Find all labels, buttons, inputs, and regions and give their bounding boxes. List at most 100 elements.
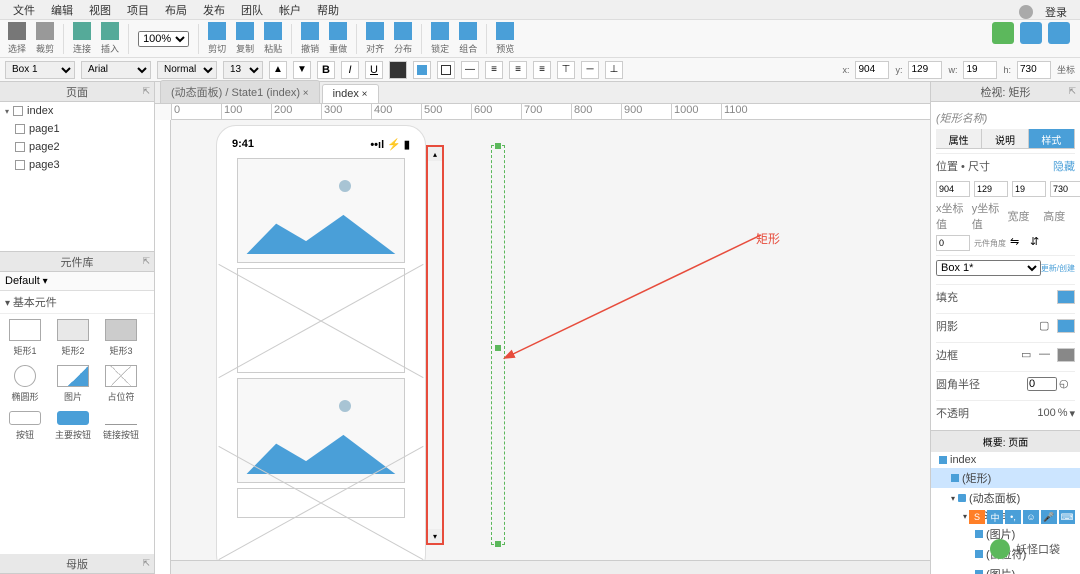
text-color-button[interactable]	[389, 61, 407, 79]
fill-color-swatch[interactable]	[1057, 290, 1075, 304]
emoji-icon[interactable]: ☺	[1023, 510, 1039, 524]
page-item[interactable]: page3	[0, 156, 154, 174]
page-item[interactable]: page2	[0, 138, 154, 156]
align-left-button[interactable]: ≡	[485, 61, 503, 79]
menu-file[interactable]: 文件	[5, 0, 43, 20]
font-select[interactable]: Arial	[81, 61, 151, 79]
tool-select[interactable]: 选择	[5, 22, 29, 55]
menu-publish[interactable]: 发布	[195, 0, 233, 20]
login-area[interactable]: 登录	[1019, 2, 1075, 22]
coord-y[interactable]	[908, 61, 942, 79]
coord-x[interactable]	[855, 61, 889, 79]
libs-panel-header[interactable]: 元件库⇱	[0, 252, 154, 272]
phone-frame[interactable]: 9:41 ••ıl ⚡ ▮	[216, 125, 426, 574]
outline-item[interactable]: (矩形)	[931, 468, 1080, 488]
menu-view[interactable]: 视图	[81, 0, 119, 20]
radius-corner-icon[interactable]: ◵	[1059, 377, 1075, 391]
line-style-button[interactable]: —	[461, 61, 479, 79]
shape-rect1[interactable]: 矩形1	[5, 319, 45, 357]
menu-layout[interactable]: 布局	[157, 0, 195, 20]
outline-item[interactable]: ▾(动态面板)	[931, 488, 1080, 508]
outline-item[interactable]: index	[931, 452, 1080, 468]
resize-handle-icon[interactable]	[495, 541, 501, 547]
inspector-tab-props[interactable]: 属性	[936, 129, 982, 148]
outline-item[interactable]: (图片)	[931, 564, 1080, 574]
tool-align[interactable]: 对齐	[363, 22, 387, 55]
preview-play-icon[interactable]	[992, 22, 1014, 44]
shape-name[interactable]: (矩形名称)	[936, 107, 1075, 129]
underline-button[interactable]: U	[365, 61, 383, 79]
tool-undo[interactable]: 撤销	[298, 22, 322, 55]
expand-icon[interactable]: ⇱	[142, 86, 150, 97]
tool-crop[interactable]: 裁剪	[33, 22, 57, 55]
style-preset[interactable]: Box 1*	[936, 260, 1041, 276]
fontsize-select[interactable]: 13	[223, 61, 263, 79]
resize-handle-icon[interactable]	[495, 345, 501, 351]
pages-panel-header[interactable]: 页面⇱	[0, 82, 154, 102]
outer-shadow-icon[interactable]: ▢	[1039, 319, 1055, 333]
flip-h-icon[interactable]: ⇋	[1010, 235, 1026, 251]
tool-paste[interactable]: 粘贴	[261, 22, 285, 55]
prop-y[interactable]	[974, 181, 1008, 197]
library-section[interactable]: ▾ 基本元件	[0, 291, 154, 314]
placeholder-card[interactable]	[237, 488, 405, 518]
page-item[interactable]: page1	[0, 120, 154, 138]
style-select[interactable]: Box 1	[5, 61, 75, 79]
weight-select[interactable]: Normal	[157, 61, 217, 79]
resize-handle-icon[interactable]	[495, 143, 501, 149]
shape-ellipse[interactable]: 椭圆形	[5, 365, 45, 403]
fontsize-up[interactable]: ▲	[269, 61, 287, 79]
image-card[interactable]	[237, 378, 405, 483]
bold-button[interactable]: B	[317, 61, 335, 79]
cloud-publish-icon[interactable]	[1020, 22, 1042, 44]
align-center-button[interactable]: ≡	[509, 61, 527, 79]
valign-top-button[interactable]: ⊤	[557, 61, 575, 79]
library-select[interactable]: Default ▾	[0, 272, 154, 291]
border-color-button[interactable]	[437, 61, 455, 79]
horizontal-scrollbar[interactable]	[171, 560, 930, 574]
radius-input[interactable]	[1027, 377, 1057, 391]
valign-mid-button[interactable]: ─	[581, 61, 599, 79]
vertical-ruler[interactable]	[155, 120, 171, 574]
menu-project[interactable]: 项目	[119, 0, 157, 20]
tab-dynamic-panel[interactable]: (动态面板) / State1 (index) ×	[160, 80, 320, 103]
tool-preview[interactable]: 预览	[493, 22, 517, 55]
zoom-control[interactable]: 100%	[135, 31, 192, 47]
share-icon[interactable]	[1048, 22, 1070, 44]
selected-shape[interactable]	[491, 145, 505, 545]
prop-h[interactable]	[1050, 181, 1080, 197]
tool-group[interactable]: 组合	[456, 22, 480, 55]
keyboard-icon[interactable]: ⌨	[1059, 510, 1075, 524]
tool-lock[interactable]: 锁定	[428, 22, 452, 55]
punct-icon[interactable]: •,	[1005, 510, 1021, 524]
align-right-button[interactable]: ≡	[533, 61, 551, 79]
inspector-tab-style[interactable]: 样式	[1029, 129, 1075, 148]
flip-v-icon[interactable]: ⇵	[1030, 235, 1046, 251]
shape-rect2[interactable]: 矩形2	[53, 319, 93, 357]
prop-rotate[interactable]	[936, 235, 970, 251]
menu-edit[interactable]: 编辑	[43, 0, 81, 20]
expand-icon[interactable]: ⇱	[1068, 86, 1076, 97]
tool-redo[interactable]: 重做	[326, 22, 350, 55]
menu-account[interactable]: 帐户	[271, 0, 309, 20]
tool-insert[interactable]: 插入	[98, 22, 122, 55]
valign-bot-button[interactable]: ⊥	[605, 61, 623, 79]
menu-help[interactable]: 帮助	[309, 0, 347, 20]
page-root[interactable]: ▾index	[0, 102, 154, 120]
prop-x[interactable]	[936, 181, 970, 197]
shape-rect3[interactable]: 矩形3	[101, 319, 141, 357]
tool-cut[interactable]: 剪切	[205, 22, 229, 55]
design-canvas[interactable]: 9:41 ••ıl ⚡ ▮ ▴ ▾	[171, 120, 930, 574]
tab-index[interactable]: index ×	[322, 84, 379, 103]
tool-connect[interactable]: 连接	[70, 22, 94, 55]
menu-team[interactable]: 团队	[233, 0, 271, 20]
shape-link-button[interactable]: 链接按钮	[101, 411, 141, 441]
prop-w[interactable]	[1012, 181, 1046, 197]
image-card[interactable]	[237, 158, 405, 263]
shadow-color-swatch[interactable]	[1057, 319, 1075, 333]
shape-placeholder[interactable]: 占位符	[101, 365, 141, 403]
annotated-rectangle[interactable]: ▴ ▾	[426, 145, 444, 545]
shape-primary-button[interactable]: 主要按钮	[53, 411, 93, 441]
placeholder-card[interactable]	[237, 268, 405, 373]
coord-w[interactable]	[963, 61, 997, 79]
